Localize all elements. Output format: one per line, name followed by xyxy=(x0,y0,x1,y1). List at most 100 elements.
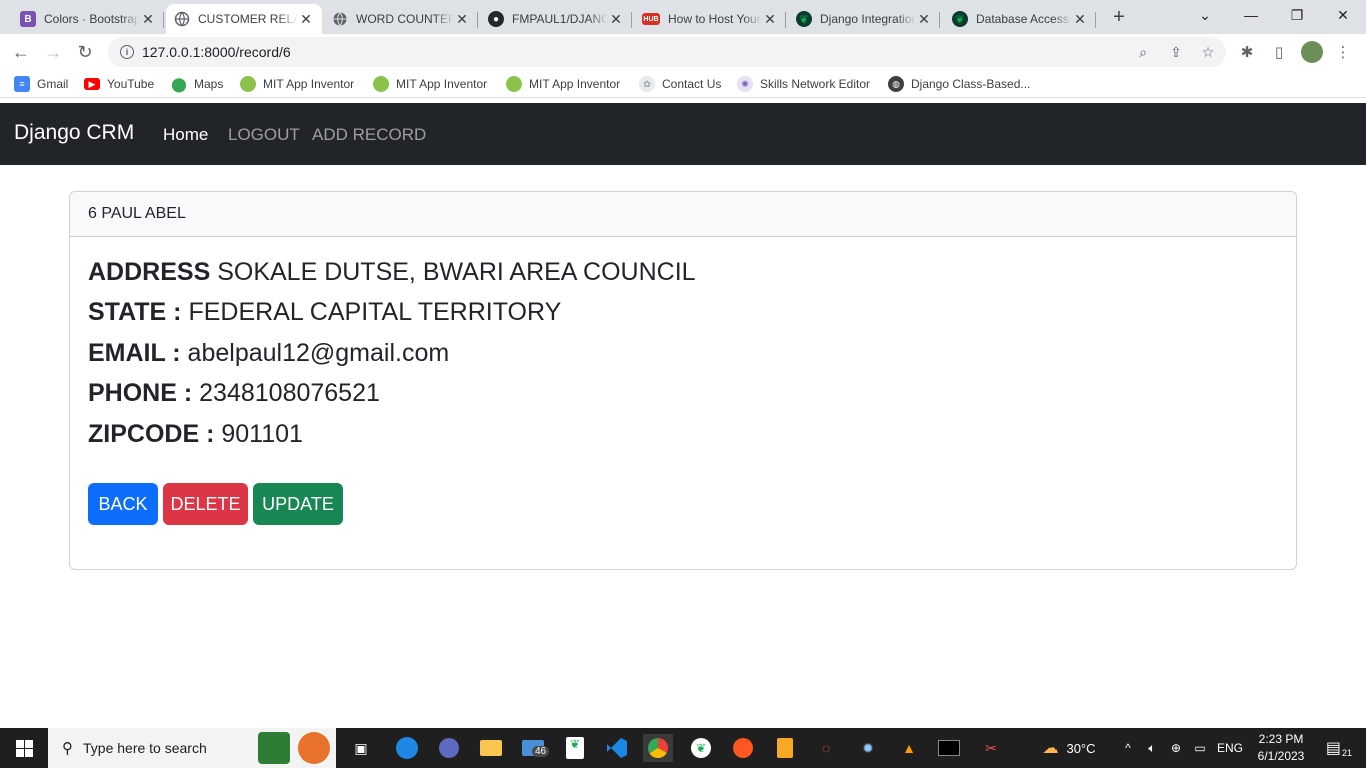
tab-github[interactable]: ● FMPAUL1/DJANGO ✕ xyxy=(480,4,632,34)
tab-title: How to Host Your xyxy=(668,12,761,26)
reload-icon[interactable]: ↻ xyxy=(72,39,98,65)
input-language[interactable]: ENG xyxy=(1214,728,1246,768)
tab-title: WORD COUNTER xyxy=(356,12,454,26)
minimize-button[interactable]: — xyxy=(1228,0,1274,30)
browser-tab-strip: B Colors · Bootstrap ✕ CUSTOMER RELATION… xyxy=(0,0,1366,34)
site-info-icon[interactable]: i xyxy=(120,45,134,59)
terminal-icon[interactable] xyxy=(934,734,964,762)
windows-start-button[interactable] xyxy=(0,728,48,768)
bookmark-contact-us[interactable]: ✿ Contact Us xyxy=(639,75,721,93)
bookmark-label: MIT App Inventor xyxy=(529,77,621,91)
zoom-icon[interactable]: ⌕ xyxy=(1133,42,1153,62)
tab-host-django[interactable]: HUB How to Host Your ✕ xyxy=(634,4,786,34)
close-icon[interactable]: ✕ xyxy=(762,11,778,28)
restore-button[interactable]: ❐ xyxy=(1274,0,1320,30)
battery-icon[interactable]: ▭ xyxy=(1190,728,1210,768)
back-button[interactable]: BACK xyxy=(88,483,158,525)
browser-purple-icon[interactable] xyxy=(434,734,464,762)
network-globe-icon[interactable]: ⊕ xyxy=(1166,728,1186,768)
mail-badge: 46 xyxy=(532,746,550,757)
show-hidden-icons-icon[interactable]: ^ xyxy=(1118,728,1138,768)
orange-app-icon[interactable] xyxy=(728,734,758,762)
tab-bootstrap-colors[interactable]: B Colors · Bootstrap ✕ xyxy=(12,4,164,34)
extensions-icon[interactable]: ✱ xyxy=(1237,42,1257,62)
tab-database-access[interactable]: ❦ Database Access ✕ xyxy=(944,4,1096,34)
globe-icon xyxy=(332,11,348,27)
bookmark-maps[interactable]: ⬤ Maps xyxy=(171,75,223,93)
tab-search-icon[interactable]: ⌄ xyxy=(1182,0,1228,30)
bookmark-mit-app-inventor-1[interactable]: MIT App Inventor xyxy=(240,75,354,93)
bookmark-django-class-based[interactable]: ◍ Django Class-Based... xyxy=(888,75,1030,93)
profile-avatar[interactable] xyxy=(1301,41,1323,63)
notification-center-icon[interactable]: ▤ 21 xyxy=(1322,728,1356,768)
mongodb-icon: ❦ xyxy=(796,11,812,27)
address-bar[interactable]: i 127.0.0.1:8000/record/6 xyxy=(108,37,1226,67)
bookmark-mit-app-inventor-3[interactable]: MIT App Inventor xyxy=(506,75,620,93)
menu-kebab-icon[interactable]: ⋮ xyxy=(1333,42,1353,62)
bookmark-label: MIT App Inventor xyxy=(263,77,355,91)
file-explorer-icon[interactable] xyxy=(476,734,506,762)
snipping-tool-icon[interactable]: ✂ xyxy=(976,734,1006,762)
back-arrow-icon[interactable]: ← xyxy=(8,39,34,65)
vlc-icon[interactable]: ▲ xyxy=(894,734,924,762)
taskbar-clock[interactable]: 2:23 PM 6/1/2023 xyxy=(1250,731,1312,765)
search-placeholder: Type here to search xyxy=(83,740,207,756)
settings-app-icon[interactable]: ✹ xyxy=(853,734,883,762)
mongodb-icon: ❦ xyxy=(952,11,968,27)
navbar-brand[interactable]: Django CRM xyxy=(14,121,134,145)
taskbar-search-input[interactable]: ⚲ Type here to search xyxy=(48,728,336,768)
update-button[interactable]: UPDATE xyxy=(253,483,343,525)
record-card: 6 PAUL ABEL ADDRESS SOKALE DUTSE, BWARI … xyxy=(69,191,1297,570)
bookmark-youtube[interactable]: ▶ YouTube xyxy=(84,75,154,93)
close-icon[interactable]: ✕ xyxy=(1072,11,1088,28)
nav-link-add-record[interactable]: ADD RECORD xyxy=(312,125,426,145)
nav-link-logout[interactable]: LOGOUT xyxy=(228,125,300,145)
tab-title: Database Access xyxy=(976,12,1069,26)
clock-time: 2:23 PM xyxy=(1258,732,1304,746)
notes-app-icon[interactable] xyxy=(770,734,800,762)
task-view-icon[interactable]: ▣ xyxy=(346,734,376,762)
close-icon[interactable]: ✕ xyxy=(916,11,932,28)
bookmark-label: Gmail xyxy=(37,77,69,91)
bookmark-label: Django Class-Based... xyxy=(911,77,1031,91)
bookmark-label: Skills Network Editor xyxy=(760,77,871,91)
mongodb-compass-icon[interactable]: ❦ xyxy=(560,734,590,762)
forward-arrow-icon[interactable]: → xyxy=(40,39,66,65)
bookmark-gmail[interactable]: ≡ Gmail xyxy=(14,75,68,93)
mongodb-icon[interactable]: ❦ xyxy=(686,734,716,762)
hub-icon: HUB xyxy=(642,13,660,25)
close-window-button[interactable]: ✕ xyxy=(1320,0,1366,30)
windows-logo-icon xyxy=(15,739,33,757)
speaker-icon[interactable]: 🔈︎ xyxy=(1142,728,1162,768)
gmail-icon: ≡ xyxy=(14,76,30,92)
new-tab-button[interactable]: + xyxy=(1108,6,1130,28)
bookmark-mit-app-inventor-2[interactable]: MIT App Inventor xyxy=(373,75,487,93)
weather-widget[interactable]: ☁ 30°C xyxy=(1034,728,1104,768)
email-value: abelpaul12@gmail.com xyxy=(187,339,450,367)
tab-customer-relationship[interactable]: CUSTOMER RELATIONSHIP ✕ xyxy=(166,4,322,34)
record-state: STATE : FEDERAL CAPITAL TERRITORY xyxy=(88,298,561,327)
bootstrap-icon: B xyxy=(20,11,36,27)
vscode-icon[interactable] xyxy=(602,734,632,762)
globe-icon xyxy=(174,11,190,27)
bookmark-skills-network-editor[interactable]: ✺ Skills Network Editor xyxy=(737,75,870,93)
share-icon[interactable]: ⇪ xyxy=(1166,42,1186,62)
delete-button[interactable]: DELETE xyxy=(163,483,248,525)
bookmark-star-icon[interactable]: ☆ xyxy=(1198,42,1218,62)
bookmark-label: MIT App Inventor xyxy=(396,77,488,91)
tab-django-integration[interactable]: ❦ Django Integration ✕ xyxy=(788,4,940,34)
tab-word-counter[interactable]: WORD COUNTER ✕ xyxy=(324,4,478,34)
chrome-icon[interactable] xyxy=(643,734,673,762)
mail-icon[interactable]: 46 xyxy=(518,734,550,762)
edge-icon[interactable] xyxy=(392,734,422,762)
mit-app-inventor-icon xyxy=(373,76,389,92)
close-icon[interactable]: ✕ xyxy=(608,11,624,28)
jupyter-icon[interactable]: ◌ xyxy=(811,734,841,762)
side-panel-icon[interactable]: ▯ xyxy=(1269,42,1289,62)
close-icon[interactable]: ✕ xyxy=(454,11,470,28)
nav-link-home[interactable]: Home xyxy=(163,125,208,145)
bookmark-label: Maps xyxy=(194,77,224,91)
close-icon[interactable]: ✕ xyxy=(298,11,314,28)
tab-title: Colors · Bootstrap xyxy=(44,12,140,26)
close-icon[interactable]: ✕ xyxy=(140,11,156,28)
